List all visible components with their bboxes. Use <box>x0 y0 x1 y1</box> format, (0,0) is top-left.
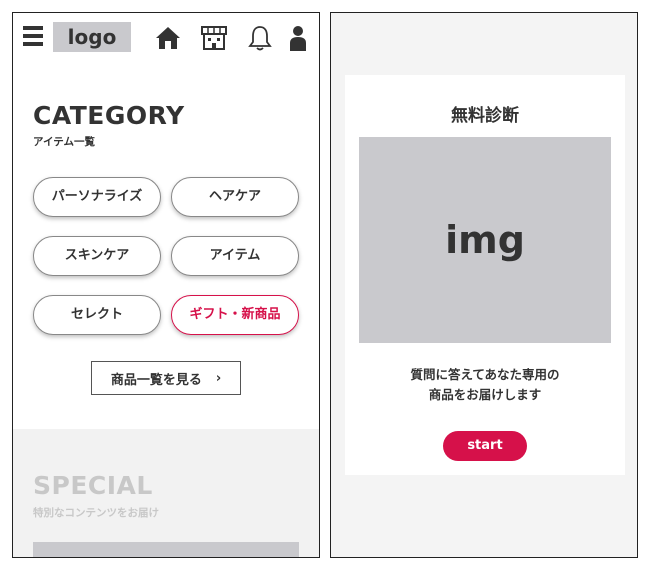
category-button-gift-new[interactable]: ギフト・新商品 <box>171 295 299 335</box>
chevron-right-icon: › <box>215 370 222 386</box>
category-subtitle: アイテム一覧 <box>33 136 95 148</box>
user-icon[interactable] <box>283 23 313 53</box>
diagnosis-card: 無料診断 img 質問に答えてあなた専用の 商品をお届けします start <box>345 75 625 475</box>
special-section: SPECIAL 特別なコンテンツをお届け <box>13 429 319 557</box>
category-button-personalize[interactable]: パーソナライズ <box>33 177 161 217</box>
start-button[interactable]: start <box>443 431 527 461</box>
store-icon[interactable] <box>199 23 229 53</box>
image-placeholder: img <box>359 137 611 343</box>
home-icon[interactable] <box>153 23 183 53</box>
category-button-skincare[interactable]: スキンケア <box>33 236 161 276</box>
diagnosis-text-line-1: 質問に答えてあなた専用の <box>410 367 560 382</box>
diagnosis-text-line-2: 商品をお届けします <box>428 387 542 402</box>
category-button-select[interactable]: セレクト <box>33 295 161 335</box>
special-title: SPECIAL <box>33 471 153 500</box>
image-placeholder-label: img <box>445 218 525 262</box>
menu-icon[interactable] <box>23 26 43 46</box>
bell-icon[interactable] <box>245 23 275 53</box>
logo[interactable]: logo <box>53 22 131 52</box>
category-button-haircare[interactable]: ヘアケア <box>171 177 299 217</box>
category-screen: logo CATEGORY アイテム一覧 パーソナライズ ヘアケア スキンケア … <box>12 12 320 558</box>
category-title: CATEGORY <box>33 101 185 130</box>
diagnosis-description: 質問に答えてあなた専用の 商品をお届けします <box>345 365 625 405</box>
special-image-placeholder <box>33 542 299 557</box>
diagnosis-screen: 無料診断 img 質問に答えてあなた専用の 商品をお届けします start <box>330 12 638 558</box>
special-subtitle: 特別なコンテンツをお届け <box>33 507 159 519</box>
view-all-products-button[interactable]: 商品一覧を見る › <box>91 361 241 395</box>
diagnosis-title: 無料診断 <box>451 106 519 126</box>
category-button-item[interactable]: アイテム <box>171 236 299 276</box>
view-all-products-label: 商品一覧を見る <box>110 372 202 388</box>
